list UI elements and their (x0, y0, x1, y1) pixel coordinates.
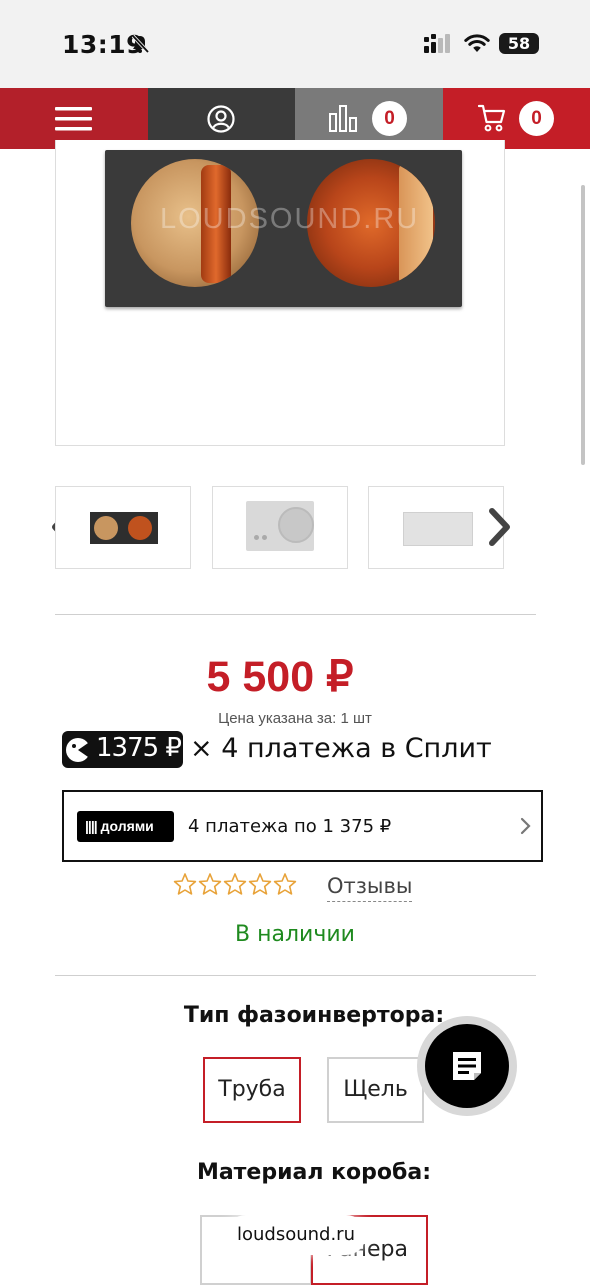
bell-muted-icon (131, 34, 150, 54)
stock-status: В наличии (235, 922, 355, 947)
split-amount: 1375 ₽ (96, 733, 182, 763)
hamburger-icon (55, 107, 92, 131)
split-payment-badge[interactable]: 1375 ₽ (62, 731, 183, 768)
rating-stars[interactable] (173, 872, 299, 900)
thumbnail-next-arrow-icon[interactable] (486, 505, 514, 549)
reviews-link[interactable]: Отзывы (327, 874, 413, 902)
dolyami-logo-text: долями (100, 818, 154, 834)
notes-fab-button[interactable] (425, 1024, 509, 1108)
star-icon (248, 873, 272, 895)
browser-url-pill[interactable]: loudsound.ru (226, 1215, 366, 1255)
dolyami-logo: |||| долями (77, 811, 174, 842)
star-icon (173, 873, 197, 895)
cart-icon (478, 104, 506, 132)
wifi-icon (464, 34, 490, 52)
thumbnail-3[interactable] (368, 486, 504, 569)
battery-indicator: 58 (499, 33, 539, 54)
user-icon (207, 105, 235, 133)
thumbnail-2[interactable] (212, 486, 348, 569)
scrollbar[interactable] (581, 185, 585, 465)
material-title: Материал короба: (196, 1160, 432, 1185)
dolyami-payment-banner[interactable]: |||| долями 4 платежа по 1 375 ₽ (62, 790, 543, 862)
option-pipe[interactable]: Труба (203, 1057, 301, 1123)
split-installments-text: × 4 платежа в Сплит (190, 733, 492, 764)
split-logo-icon (66, 738, 91, 762)
option-slot[interactable]: Щель (327, 1057, 424, 1123)
image-watermark: LOUDSOUND.RU (160, 203, 420, 235)
price-unit-note: Цена указана за: 1 шт (218, 710, 372, 727)
dolyami-installments-text: 4 платежа по 1 375 ₽ (188, 816, 392, 837)
product-price: 5 500 ₽ (206, 653, 354, 701)
cellular-signal-icon (424, 34, 450, 53)
thumbnail-1[interactable] (55, 486, 191, 569)
compare-count-badge: 0 (372, 101, 407, 136)
divider (55, 614, 536, 615)
star-icon (198, 873, 222, 895)
star-icon (273, 873, 297, 895)
star-icon (223, 873, 247, 895)
compare-chart-icon (329, 105, 357, 132)
cart-count-badge: 0 (519, 101, 554, 136)
chevron-right-icon (520, 817, 531, 835)
document-icon (453, 1052, 481, 1080)
dolyami-bars-icon: |||| (85, 818, 98, 834)
port-type-title: Тип фазоинвертора: (183, 1003, 445, 1028)
divider (55, 975, 536, 976)
